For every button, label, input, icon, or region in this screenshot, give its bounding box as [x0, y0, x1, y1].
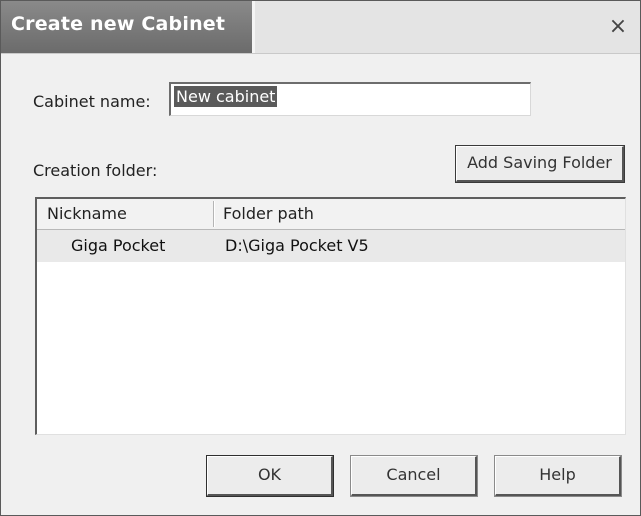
- list-header: Nickname Folder path: [37, 199, 625, 230]
- column-header-nickname[interactable]: Nickname: [47, 199, 212, 229]
- column-header-folder-path[interactable]: Folder path: [223, 199, 613, 229]
- row-folder-path: D:\Giga Pocket V5: [225, 236, 369, 255]
- create-cabinet-dialog: Create new Cabinet × Cabinet name: New c…: [0, 0, 641, 516]
- title-bar[interactable]: Create new Cabinet ×: [1, 1, 640, 54]
- cabinet-name-input[interactable]: New cabinet: [169, 82, 531, 116]
- creation-folder-label: Creation folder:: [33, 161, 158, 180]
- dialog-title: Create new Cabinet: [11, 13, 226, 35]
- close-icon[interactable]: ×: [604, 15, 632, 41]
- add-saving-folder-button[interactable]: Add Saving Folder: [455, 145, 625, 183]
- title-tab: Create new Cabinet: [1, 1, 255, 53]
- cabinet-name-value: New cabinet: [174, 86, 278, 107]
- cabinet-name-label: Cabinet name:: [33, 92, 151, 111]
- column-separator[interactable]: [213, 201, 214, 227]
- cancel-button[interactable]: Cancel: [350, 455, 478, 497]
- list-item[interactable]: Giga Pocket D:\Giga Pocket V5: [37, 230, 625, 262]
- ok-button[interactable]: OK: [206, 455, 334, 497]
- row-nickname: Giga Pocket: [71, 236, 166, 255]
- folder-list[interactable]: Nickname Folder path Giga Pocket D:\Giga…: [35, 197, 626, 435]
- help-button[interactable]: Help: [494, 455, 622, 497]
